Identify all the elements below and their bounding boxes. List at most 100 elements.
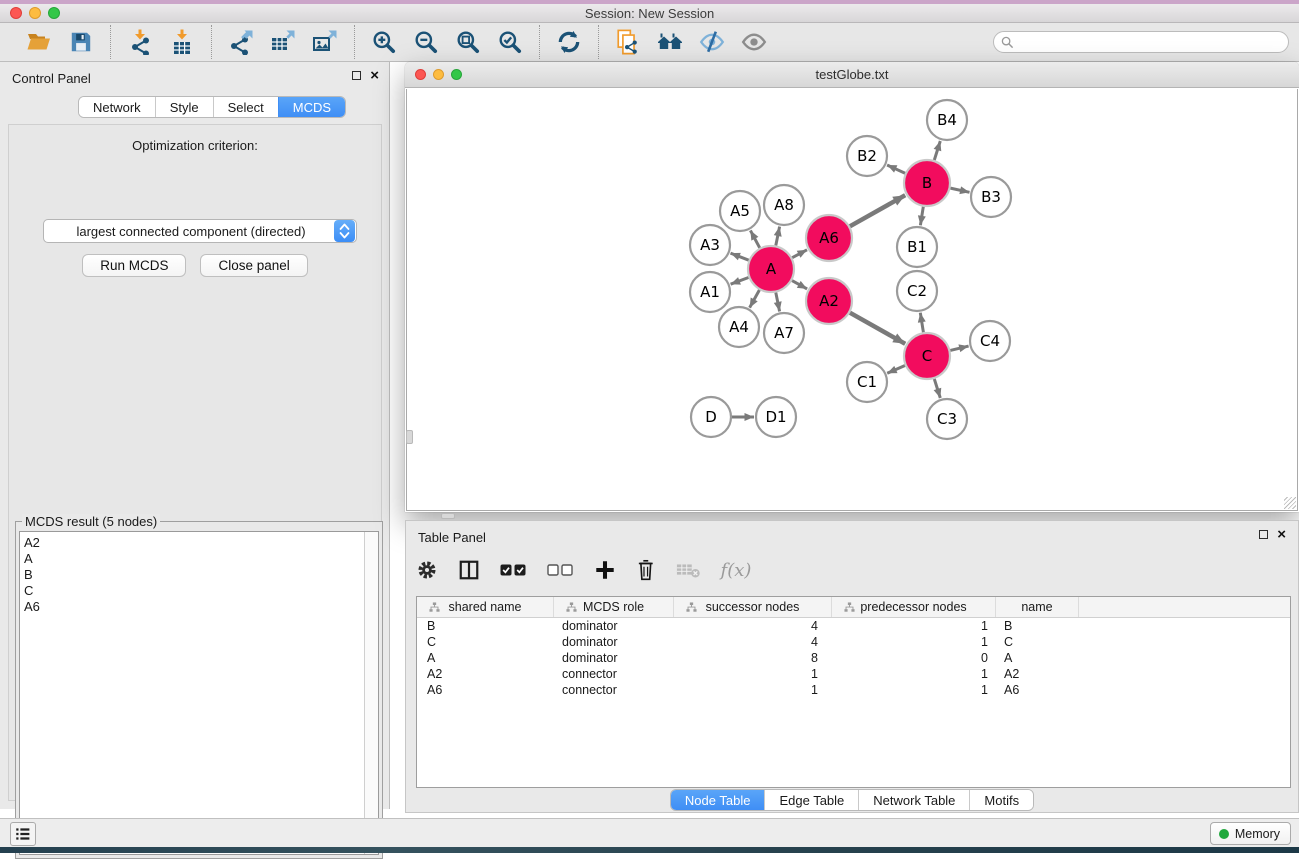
cell-predecessor-nodes[interactable]: 1	[832, 683, 996, 697]
column-header-name[interactable]: name	[996, 597, 1079, 617]
node-B4[interactable]: B4	[927, 100, 967, 140]
export-table-button[interactable]	[266, 27, 300, 57]
edge-C-C1[interactable]	[887, 366, 905, 374]
refresh-layout-button[interactable]	[552, 27, 586, 57]
edge-B-B4[interactable]	[934, 141, 940, 160]
node-A8[interactable]: A8	[764, 185, 804, 225]
cell-successor-nodes[interactable]: 4	[674, 619, 832, 633]
edge-C-C3[interactable]	[934, 379, 940, 398]
edge-A-A8[interactable]	[776, 227, 780, 246]
open-file-button[interactable]	[22, 27, 56, 57]
hide-selected-eye-button[interactable]	[695, 27, 729, 57]
node-A2[interactable]: A2	[806, 278, 852, 324]
column-header-MCDS-role[interactable]: MCDS role	[554, 597, 674, 617]
function-builder-button[interactable]: f(x)	[721, 560, 752, 581]
close-table-panel-icon[interactable]: ×	[1277, 530, 1286, 539]
node-D1[interactable]: D1	[756, 397, 796, 437]
zoom-in-button[interactable]	[367, 27, 401, 57]
run-mcds-button[interactable]: Run MCDS	[82, 254, 186, 277]
cell-predecessor-nodes[interactable]: 1	[832, 635, 996, 649]
cell-MCDS-role[interactable]: dominator	[554, 635, 674, 649]
cell-shared-name[interactable]: A	[417, 651, 554, 665]
edge-C-C4[interactable]	[950, 346, 968, 350]
search-box[interactable]	[993, 31, 1289, 53]
cell-predecessor-nodes[interactable]: 0	[832, 651, 996, 665]
export-network-button[interactable]	[224, 27, 258, 57]
network-window-titlebar[interactable]: testGlobe.txt	[405, 62, 1299, 88]
edge-A2-C[interactable]	[850, 313, 905, 344]
node-B2[interactable]: B2	[847, 136, 887, 176]
cell-name[interactable]: B	[996, 619, 1079, 633]
cell-predecessor-nodes[interactable]: 1	[832, 667, 996, 681]
tab-network[interactable]: Network	[79, 97, 155, 117]
mcds-result-item[interactable]: B	[24, 567, 360, 583]
cell-successor-nodes[interactable]: 1	[674, 683, 832, 697]
edge-B-B1[interactable]	[920, 207, 923, 226]
edge-A-A6[interactable]	[792, 250, 807, 258]
tab-style[interactable]: Style	[155, 97, 213, 117]
birdseye-splitter-handle[interactable]	[406, 430, 413, 444]
table-row[interactable]: Adominator80A	[417, 650, 1290, 666]
cell-successor-nodes[interactable]: 8	[674, 651, 832, 665]
checked-pair-button[interactable]	[500, 555, 527, 585]
tab-motifs[interactable]: Motifs	[969, 790, 1033, 810]
cell-MCDS-role[interactable]: dominator	[554, 619, 674, 633]
cell-MCDS-role[interactable]: connector	[554, 683, 674, 697]
tab-mcds[interactable]: MCDS	[278, 97, 345, 117]
edge-A-A2[interactable]	[792, 281, 807, 289]
memory-button[interactable]: Memory	[1210, 822, 1291, 845]
mcds-result-item[interactable]: A6	[24, 599, 360, 615]
window-resize-handle[interactable]	[1284, 497, 1296, 509]
cell-shared-name[interactable]: C	[417, 635, 554, 649]
horizontal-splitter-handle[interactable]	[441, 513, 455, 519]
zoom-fit-button[interactable]	[451, 27, 485, 57]
save-session-button[interactable]	[64, 27, 98, 57]
edge-A-A1[interactable]	[731, 278, 749, 285]
table-delete-button[interactable]	[676, 555, 701, 585]
import-table-button[interactable]	[165, 27, 199, 57]
column-header-shared-name[interactable]: shared name	[417, 597, 554, 617]
mcds-result-item[interactable]: C	[24, 583, 360, 599]
node-C3[interactable]: C3	[927, 399, 967, 439]
node-C2[interactable]: C2	[897, 271, 937, 311]
tab-select[interactable]: Select	[213, 97, 278, 117]
cell-shared-name[interactable]: B	[417, 619, 554, 633]
tab-edge-table[interactable]: Edge Table	[764, 790, 858, 810]
node-C[interactable]: C	[904, 333, 950, 379]
node-A4[interactable]: A4	[719, 307, 759, 347]
zoom-selected-button[interactable]	[493, 27, 527, 57]
column-header-successor-nodes[interactable]: successor nodes	[674, 597, 832, 617]
import-network-button[interactable]	[123, 27, 157, 57]
node-A7[interactable]: A7	[764, 313, 804, 353]
node-A[interactable]: A	[748, 246, 794, 292]
edge-A-A3[interactable]	[731, 253, 749, 260]
cell-successor-nodes[interactable]: 1	[674, 667, 832, 681]
edge-A-A7[interactable]	[776, 293, 780, 312]
network-document-button[interactable]	[611, 27, 645, 57]
edge-A-A4[interactable]	[750, 290, 760, 308]
table-row[interactable]: Bdominator41B	[417, 618, 1290, 634]
show-all-eye-button[interactable]	[737, 27, 771, 57]
column-header-predecessor-nodes[interactable]: predecessor nodes	[832, 597, 996, 617]
node-A3[interactable]: A3	[690, 225, 730, 265]
node-D[interactable]: D	[691, 397, 731, 437]
node-B3[interactable]: B3	[971, 177, 1011, 217]
node-C1[interactable]: C1	[847, 362, 887, 402]
gear-button[interactable]	[416, 555, 438, 585]
cell-name[interactable]: A	[996, 651, 1079, 665]
close-panel-button[interactable]: Close panel	[200, 254, 307, 277]
cell-shared-name[interactable]: A2	[417, 667, 554, 681]
cell-predecessor-nodes[interactable]: 1	[832, 619, 996, 633]
float-table-panel-icon[interactable]	[1259, 530, 1268, 539]
cell-shared-name[interactable]: A6	[417, 683, 554, 697]
zoom-out-button[interactable]	[409, 27, 443, 57]
node-B[interactable]: B	[904, 160, 950, 206]
node-C4[interactable]: C4	[970, 321, 1010, 361]
table-row[interactable]: A6connector11A6	[417, 682, 1290, 698]
mcds-result-list[interactable]: A2ABCA6	[20, 532, 364, 854]
search-input[interactable]	[1014, 33, 1288, 51]
export-image-button[interactable]	[308, 27, 342, 57]
tab-network-table[interactable]: Network Table	[858, 790, 969, 810]
node-A6[interactable]: A6	[806, 215, 852, 261]
network-canvas[interactable]: B4 B2 B B3 A5 A8 A6 B1 A3 A A1 C2 A2	[406, 89, 1298, 511]
